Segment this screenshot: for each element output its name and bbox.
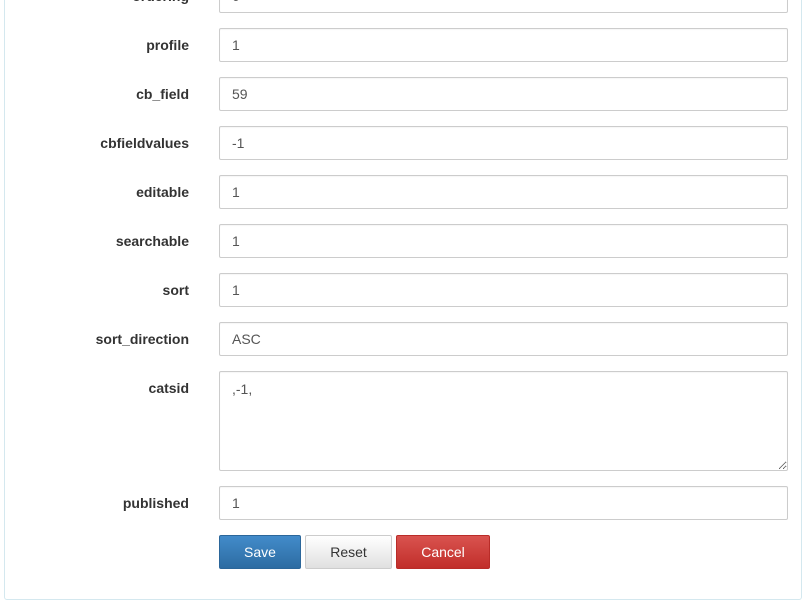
profile-input[interactable] — [219, 28, 788, 62]
sort-direction-input[interactable] — [219, 322, 788, 356]
form-row-profile: profile — [0, 28, 807, 62]
field-label-editable: editable — [136, 184, 189, 200]
form-row-cb-field: cb_field — [0, 77, 807, 111]
form-row-sort: sort — [0, 273, 807, 307]
cb-field-input[interactable] — [219, 77, 788, 111]
form-row-catsid: catsid ,-1, — [0, 371, 807, 471]
field-label-sort-direction: sort_direction — [95, 331, 189, 347]
form-row-ordering: ordering — [0, 0, 807, 13]
reset-button[interactable]: Reset — [305, 535, 392, 569]
form-row-cbfieldvalues: cbfieldvalues — [0, 126, 807, 160]
editable-input[interactable] — [219, 175, 788, 209]
cbfieldvalues-input[interactable] — [219, 126, 788, 160]
field-label-searchable: searchable — [115, 233, 189, 249]
sort-input[interactable] — [219, 273, 788, 307]
cancel-button[interactable]: Cancel — [396, 535, 490, 569]
field-label-catsid: catsid — [148, 380, 189, 396]
form-row-searchable: searchable — [0, 224, 807, 258]
form-row-published: published — [0, 486, 807, 520]
ordering-input[interactable] — [219, 0, 788, 13]
catsid-textarea[interactable]: ,-1, — [219, 371, 788, 471]
field-label-profile: profile — [146, 37, 189, 53]
field-label-published: published — [122, 495, 189, 511]
field-label-cbfieldvalues: cbfieldvalues — [100, 135, 189, 151]
published-input[interactable] — [219, 486, 788, 520]
field-label-sort: sort — [162, 282, 189, 298]
form-row-editable: editable — [0, 175, 807, 209]
save-button[interactable]: Save — [219, 535, 301, 569]
searchable-input[interactable] — [219, 224, 788, 258]
field-label-cb-field: cb_field — [136, 86, 189, 102]
field-label-ordering: ordering — [0, 0, 189, 13]
form-row-sort-direction: sort_direction — [0, 322, 807, 356]
